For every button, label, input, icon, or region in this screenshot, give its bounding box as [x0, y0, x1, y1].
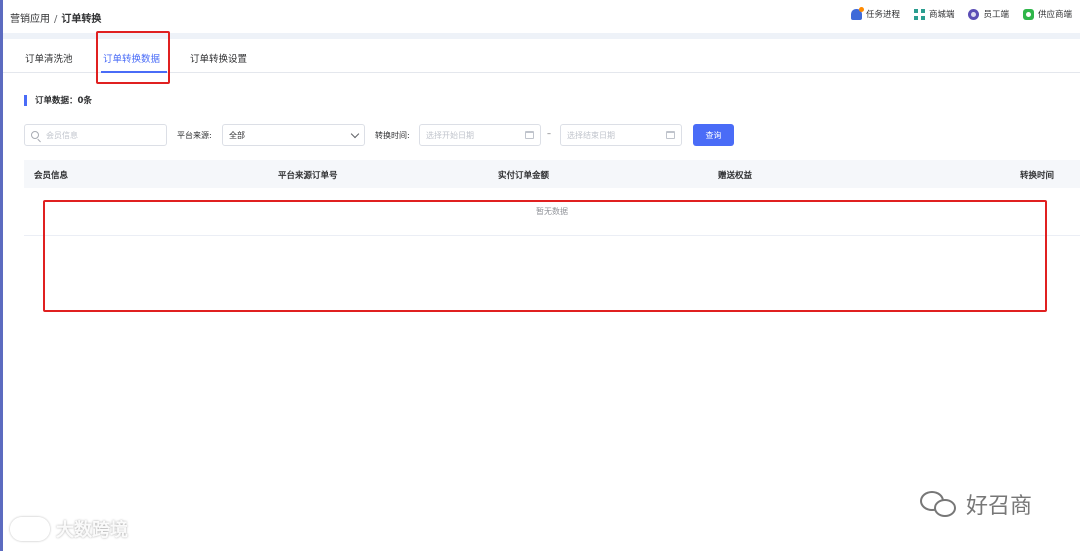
- search-icon: [31, 131, 39, 139]
- conversion-time-label: 转换时间:: [375, 131, 410, 140]
- breadcrumb-separator: /: [54, 14, 58, 25]
- search-button[interactable]: 查询: [693, 124, 734, 146]
- watermark-left-text: 大数跨境: [56, 520, 128, 541]
- calendar-icon: [525, 131, 534, 139]
- order-count: 订单数据：0条: [24, 94, 92, 106]
- bell-icon: [850, 6, 864, 20]
- member-search-placeholder: 会员信息: [46, 130, 78, 140]
- staff-end-label: 员工端: [983, 10, 1009, 20]
- date-range-separator: –: [547, 129, 551, 138]
- chevron-down-icon: [350, 129, 360, 138]
- empty-text: 暂无数据: [536, 207, 568, 216]
- start-date-input[interactable]: 选择开始日期: [419, 124, 541, 146]
- count-accent-bar: [24, 94, 27, 106]
- tab-bar: 订单清洗池 订单转换数据 订单转换设置: [3, 39, 1080, 73]
- column-platform-order-no: 平台来源订单号: [278, 171, 338, 181]
- end-date-placeholder: 选择结束日期: [567, 130, 615, 140]
- column-gift-benefits: 赠送权益: [718, 171, 753, 181]
- task-progress-label: 任务进程: [865, 10, 900, 20]
- column-member-info: 会员信息: [34, 171, 69, 181]
- staff-icon: [968, 8, 980, 20]
- staff-end-link[interactable]: 员工端: [968, 8, 1009, 20]
- supplier-icon: [1022, 8, 1034, 20]
- mall-end-link[interactable]: 商城端: [913, 8, 955, 20]
- breadcrumb-parent[interactable]: 营销应用: [10, 14, 50, 25]
- start-date-placeholder: 选择开始日期: [426, 130, 474, 140]
- supplier-end-link[interactable]: 供应商端: [1022, 8, 1072, 20]
- left-accent-bar: [0, 0, 3, 551]
- platform-source-label: 平台来源:: [177, 131, 212, 140]
- breadcrumb: 营销应用 / 订单转换: [10, 10, 101, 25]
- task-progress-link[interactable]: 任务进程: [850, 6, 900, 20]
- supplier-end-label: 供应商端: [1037, 10, 1072, 20]
- column-paid-amount: 实付订单金额: [498, 171, 550, 181]
- member-search-input[interactable]: 会员信息: [24, 124, 167, 146]
- tab-order-cleaning-pool[interactable]: 订单清洗池: [25, 51, 73, 65]
- watermark-left: 大数跨境: [10, 516, 128, 542]
- order-count-label: 订单数据：0条: [35, 96, 92, 106]
- watermark-logo-icon: [10, 517, 50, 541]
- tab-order-conversion-data[interactable]: 订单转换数据: [103, 51, 160, 65]
- mall-end-label: 商城端: [928, 10, 955, 20]
- wechat-icon: [920, 489, 958, 519]
- active-tab-indicator: [101, 71, 167, 73]
- qrcode-icon: [913, 8, 925, 20]
- column-conversion-time: 转换时间: [1020, 171, 1055, 181]
- breadcrumb-current: 订单转换: [61, 14, 102, 25]
- platform-source-value: 全部: [229, 130, 245, 140]
- header-tools: 任务进程 商城端 员工端 供应商端: [850, 6, 1072, 20]
- platform-source-select[interactable]: 全部: [222, 124, 365, 146]
- top-header: 营销应用 / 订单转换 任务进程 商城端 员工端 供应商端: [3, 0, 1080, 33]
- end-date-input[interactable]: 选择结束日期: [560, 124, 682, 146]
- table-header: 会员信息 平台来源订单号 实付订单金额 赠送权益 转换时间: [24, 160, 1080, 188]
- calendar-icon: [666, 131, 675, 139]
- table-empty-state: 暂无数据: [24, 188, 1080, 236]
- watermark-right-text: 好召商: [966, 494, 1033, 519]
- watermark-right: 好召商: [920, 488, 1032, 520]
- tab-order-conversion-settings[interactable]: 订单转换设置: [190, 51, 247, 65]
